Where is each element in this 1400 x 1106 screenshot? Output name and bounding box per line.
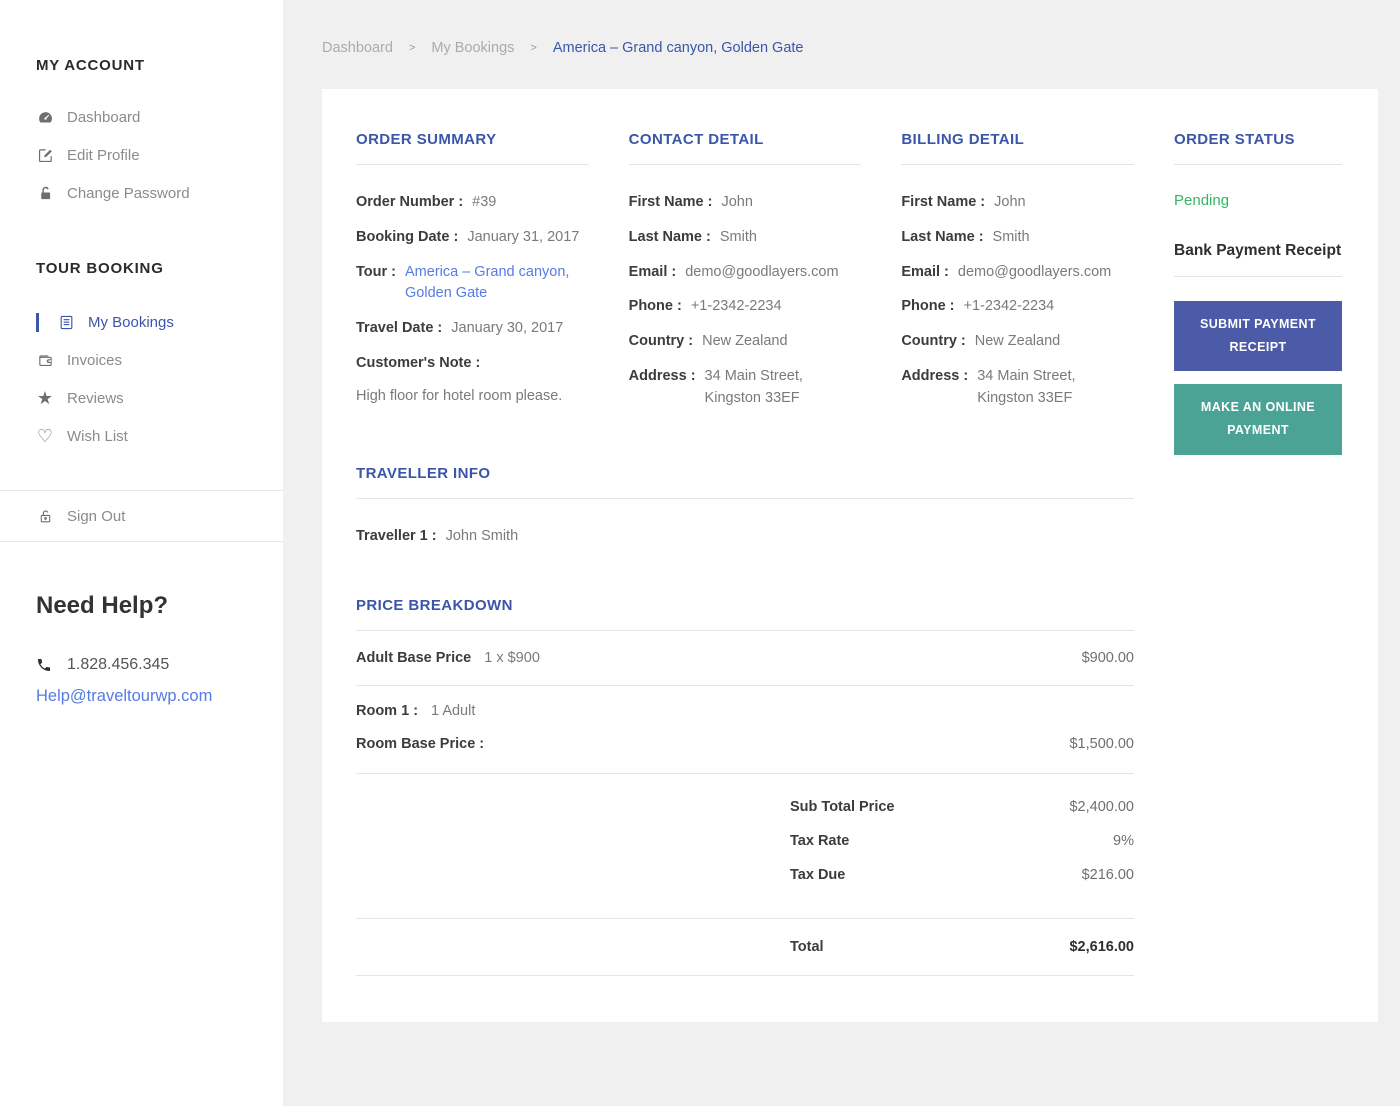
phone-icon: [36, 657, 52, 673]
need-help-title: Need Help?: [36, 592, 169, 619]
sidebar-title-my-account: MY ACCOUNT: [36, 57, 145, 74]
make-online-payment-button[interactable]: MAKE AN ONLINE PAYMENT: [1174, 384, 1342, 455]
bookings-icon: [57, 313, 75, 331]
sidebar-item-label: Reviews: [67, 389, 124, 407]
billing-last-name-field: Last Name : Smith: [901, 228, 1030, 245]
help-phone-number[interactable]: 1.828.456.345: [67, 656, 169, 674]
divider: [356, 164, 589, 165]
breadcrumb-my-bookings[interactable]: My Bookings: [431, 40, 514, 56]
divider: [628, 164, 862, 165]
active-indicator: [36, 312, 39, 332]
order-status-section: ORDER STATUS Pending Bank Payment Receip…: [1174, 131, 1342, 455]
sidebar-item-sign-out[interactable]: Sign Out: [36, 491, 263, 541]
breadcrumb-dashboard[interactable]: Dashboard: [322, 40, 393, 56]
sidebar-item-label: Edit Profile: [67, 146, 140, 164]
wallet-icon: [36, 351, 54, 369]
sidebar-section-tour-booking: TOUR BOOKING My Bookings Invoices ★ Revi…: [0, 212, 283, 455]
sidebar-item-invoices[interactable]: Invoices: [36, 341, 263, 379]
divider: [1174, 276, 1342, 277]
contact-phone-field: Phone : +1-2342-2234: [628, 298, 782, 315]
breadcrumb-separator: >: [408, 42, 416, 54]
sidebar-item-label: Invoices: [67, 351, 123, 369]
bank-payment-receipt-label: Bank Payment Receipt: [1174, 242, 1342, 259]
total-row: Total $2,616.00: [790, 939, 1134, 956]
sidebar-item-label: Sign Out: [67, 507, 126, 525]
room-1-row: Room 1 : 1 Adult: [356, 703, 476, 720]
breadcrumb-current-page: America – Grand canyon, Golden Gate: [552, 40, 804, 56]
unlock-icon: [36, 507, 54, 525]
divider: [1174, 164, 1342, 165]
tax-due-row: Tax Due $216.00: [790, 867, 1134, 884]
billing-email-field: Email : demo@goodlayers.com: [901, 263, 1112, 280]
sub-total-row: Sub Total Price $2,400.00: [790, 799, 1134, 816]
billing-phone-field: Phone : +1-2342-2234: [901, 298, 1055, 315]
tax-rate-row: Tax Rate 9%: [790, 833, 1134, 850]
sidebar-title-tour-booking: TOUR BOOKING: [36, 260, 164, 277]
sidebar-item-label: Wish List: [67, 427, 128, 445]
adult-base-price-row: Adult Base Price 1 x $900 $900.00: [356, 650, 1134, 667]
divider: [901, 164, 1134, 165]
order-number-field: Order Number : #39: [356, 194, 497, 210]
sidebar-item-wish-list[interactable]: ♡ Wish List: [36, 417, 263, 455]
help-email-link[interactable]: Help@traveltourwp.com: [36, 687, 283, 706]
order-status-title: ORDER STATUS: [1174, 131, 1295, 148]
order-detail-card: ORDER SUMMARY Order Number : #39 Booking…: [322, 89, 1378, 1023]
contact-last-name-field: Last Name : Smith: [628, 228, 757, 245]
sidebar-item-dashboard[interactable]: Dashboard: [36, 98, 263, 136]
edit-icon: [36, 146, 54, 164]
traveller-info-section: TRAVELLER INFO Traveller 1 : John Smith: [356, 465, 1134, 548]
breadcrumb-separator: >: [530, 42, 537, 54]
sidebar-item-label: My Bookings: [88, 313, 174, 331]
price-breakdown-title: PRICE BREAKDOWN: [356, 597, 513, 615]
contact-detail-section: CONTACT DETAIL First Name : John Last Na…: [628, 131, 862, 455]
sidebar-section-my-account: MY ACCOUNT Dashboard Edit Profile Change…: [0, 0, 283, 212]
contact-first-name-field: First Name : John: [628, 194, 753, 210]
room-base-price-row: Room Base Price : $1,500.00: [356, 736, 1134, 753]
billing-detail-title: BILLING DETAIL: [901, 131, 1025, 148]
heart-icon: ♡: [36, 426, 54, 446]
tour-link[interactable]: America – Grand canyon, Golden Gate: [405, 262, 589, 306]
breadcrumb: Dashboard > My Bookings > America – Gran…: [322, 40, 1378, 56]
divider: [356, 975, 1134, 977]
main-content: Dashboard > My Bookings > America – Gran…: [283, 0, 1400, 1023]
tour-field: Tour : America – Grand canyon, Golden Ga…: [356, 262, 589, 306]
sidebar-item-label: Dashboard: [67, 108, 141, 126]
order-summary-title: ORDER SUMMARY: [356, 131, 497, 148]
contact-country-field: Country : New Zealand: [628, 333, 788, 349]
dashboard-icon: [36, 108, 54, 126]
sidebar-item-edit-profile[interactable]: Edit Profile: [36, 136, 263, 174]
submit-payment-receipt-button[interactable]: SUBMIT PAYMENT RECEIPT: [1174, 301, 1342, 372]
contact-email-field: Email : demo@goodlayers.com: [628, 263, 839, 280]
need-help-section: Need Help? 1.828.456.345 Help@traveltour…: [0, 592, 283, 706]
traveller-1-field: Traveller 1 : John Smith: [356, 527, 519, 544]
star-icon: ★: [36, 388, 54, 408]
price-breakdown-section: PRICE BREAKDOWN Adult Base Price 1 x $90…: [356, 597, 1134, 977]
billing-country-field: Country : New Zealand: [901, 333, 1061, 349]
booking-date-field: Booking Date : January 31, 2017: [356, 228, 580, 245]
billing-address-field: Address : 34 Main Street, Kingston 33EF: [901, 367, 1076, 406]
sidebar-divider: [0, 541, 283, 542]
sidebar: MY ACCOUNT Dashboard Edit Profile Change…: [0, 0, 283, 1106]
contact-address-field: Address : 34 Main Street, Kingston 33EF: [628, 367, 803, 406]
sidebar-item-change-password[interactable]: Change Password: [36, 174, 263, 212]
billing-detail-section: BILLING DETAIL First Name : John Last Na…: [901, 131, 1134, 455]
contact-detail-title: CONTACT DETAIL: [628, 131, 764, 148]
customer-note-text: High floor for hotel room please.: [356, 387, 563, 404]
order-summary-section: ORDER SUMMARY Order Number : #39 Booking…: [356, 131, 589, 455]
status-badge: Pending: [1174, 192, 1230, 209]
customer-note-label: Customer's Note :: [356, 354, 481, 371]
lock-icon: [36, 184, 54, 202]
sidebar-item-my-bookings[interactable]: My Bookings: [36, 303, 263, 341]
sidebar-item-label: Change Password: [67, 184, 190, 202]
billing-first-name-field: First Name : John: [901, 194, 1026, 210]
travel-date-field: Travel Date : January 30, 2017: [356, 320, 564, 336]
traveller-info-title: TRAVELLER INFO: [356, 464, 491, 482]
sidebar-item-reviews[interactable]: ★ Reviews: [36, 379, 263, 417]
divider: [356, 497, 1134, 499]
